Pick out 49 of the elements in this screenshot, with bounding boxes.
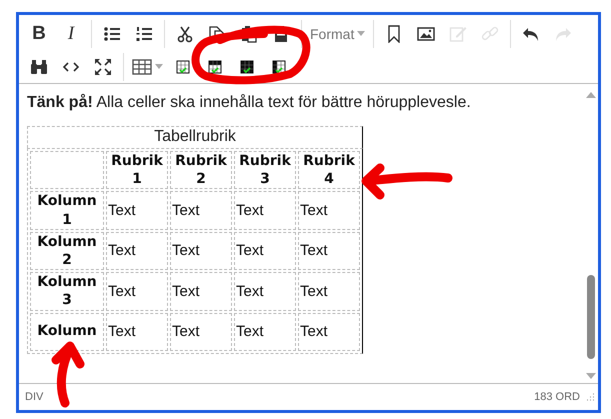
table-cells-icon: [238, 58, 256, 76]
header-cell: Rubrik 4: [298, 151, 360, 190]
table-cells-icon: [174, 58, 192, 76]
scrollbar-thumb[interactable]: [587, 275, 595, 359]
bold-button[interactable]: B: [25, 20, 53, 48]
header-cell: Rubrik 1: [106, 151, 168, 190]
binoculars-icon: [30, 58, 48, 76]
format-dropdown[interactable]: Format: [306, 20, 370, 48]
numbered-list-icon: [135, 24, 153, 42]
header-cell: Rubrik 2: [170, 151, 232, 190]
table-cells-icon: [206, 58, 224, 76]
table-cell: Text: [170, 232, 232, 270]
bulleted-list-icon: [103, 24, 121, 42]
table-cell: Text: [234, 272, 296, 310]
row-header-cell: Kolumn 3: [30, 272, 104, 310]
table-caption: Tabellrubrik: [27, 126, 363, 148]
edit-icon: [449, 24, 468, 42]
table-cell: Text: [106, 312, 168, 350]
element-path[interactable]: DIV: [25, 391, 44, 403]
table-cell: Text: [234, 232, 296, 270]
table-cell: Text: [298, 191, 360, 230]
header-cell: Rubrik 3: [234, 151, 296, 190]
table-cell: Text: [234, 191, 296, 230]
table-cell: Text: [106, 191, 168, 230]
image-icon: [417, 24, 436, 42]
table-cell: Text: [170, 272, 232, 310]
maximize-icon: [94, 58, 112, 76]
table-icon: [132, 58, 152, 76]
caret-icon: [155, 64, 163, 69]
table-cell: Text: [170, 312, 232, 350]
table-cell: Text: [234, 312, 296, 350]
table-cell: Text: [106, 232, 168, 270]
table-cell: Text: [106, 272, 168, 310]
note-text: Tänk på! Alla celler ska innehålla text för bättre hörupplevesle.: [27, 94, 472, 112]
italic-button[interactable]: I: [57, 20, 85, 48]
table-cell: Text: [298, 312, 360, 350]
link-icon: [481, 24, 500, 42]
annotation-arrow: [52, 342, 84, 408]
table-cells-icon: [270, 58, 288, 76]
scissors-icon: [176, 24, 194, 42]
table-cell: Text: [298, 232, 360, 270]
resize-grip-icon[interactable]: [586, 393, 594, 401]
caret-icon: [357, 31, 366, 36]
word-count: 183 ORD: [534, 391, 580, 403]
row-header-cell: Kolumn 2: [30, 232, 104, 270]
table-cell: Text: [170, 191, 232, 230]
row-header-cell: Kolumn 1: [30, 191, 104, 230]
table-cell: Text: [298, 272, 360, 310]
row-header-cell: Kolumn: [30, 312, 104, 350]
